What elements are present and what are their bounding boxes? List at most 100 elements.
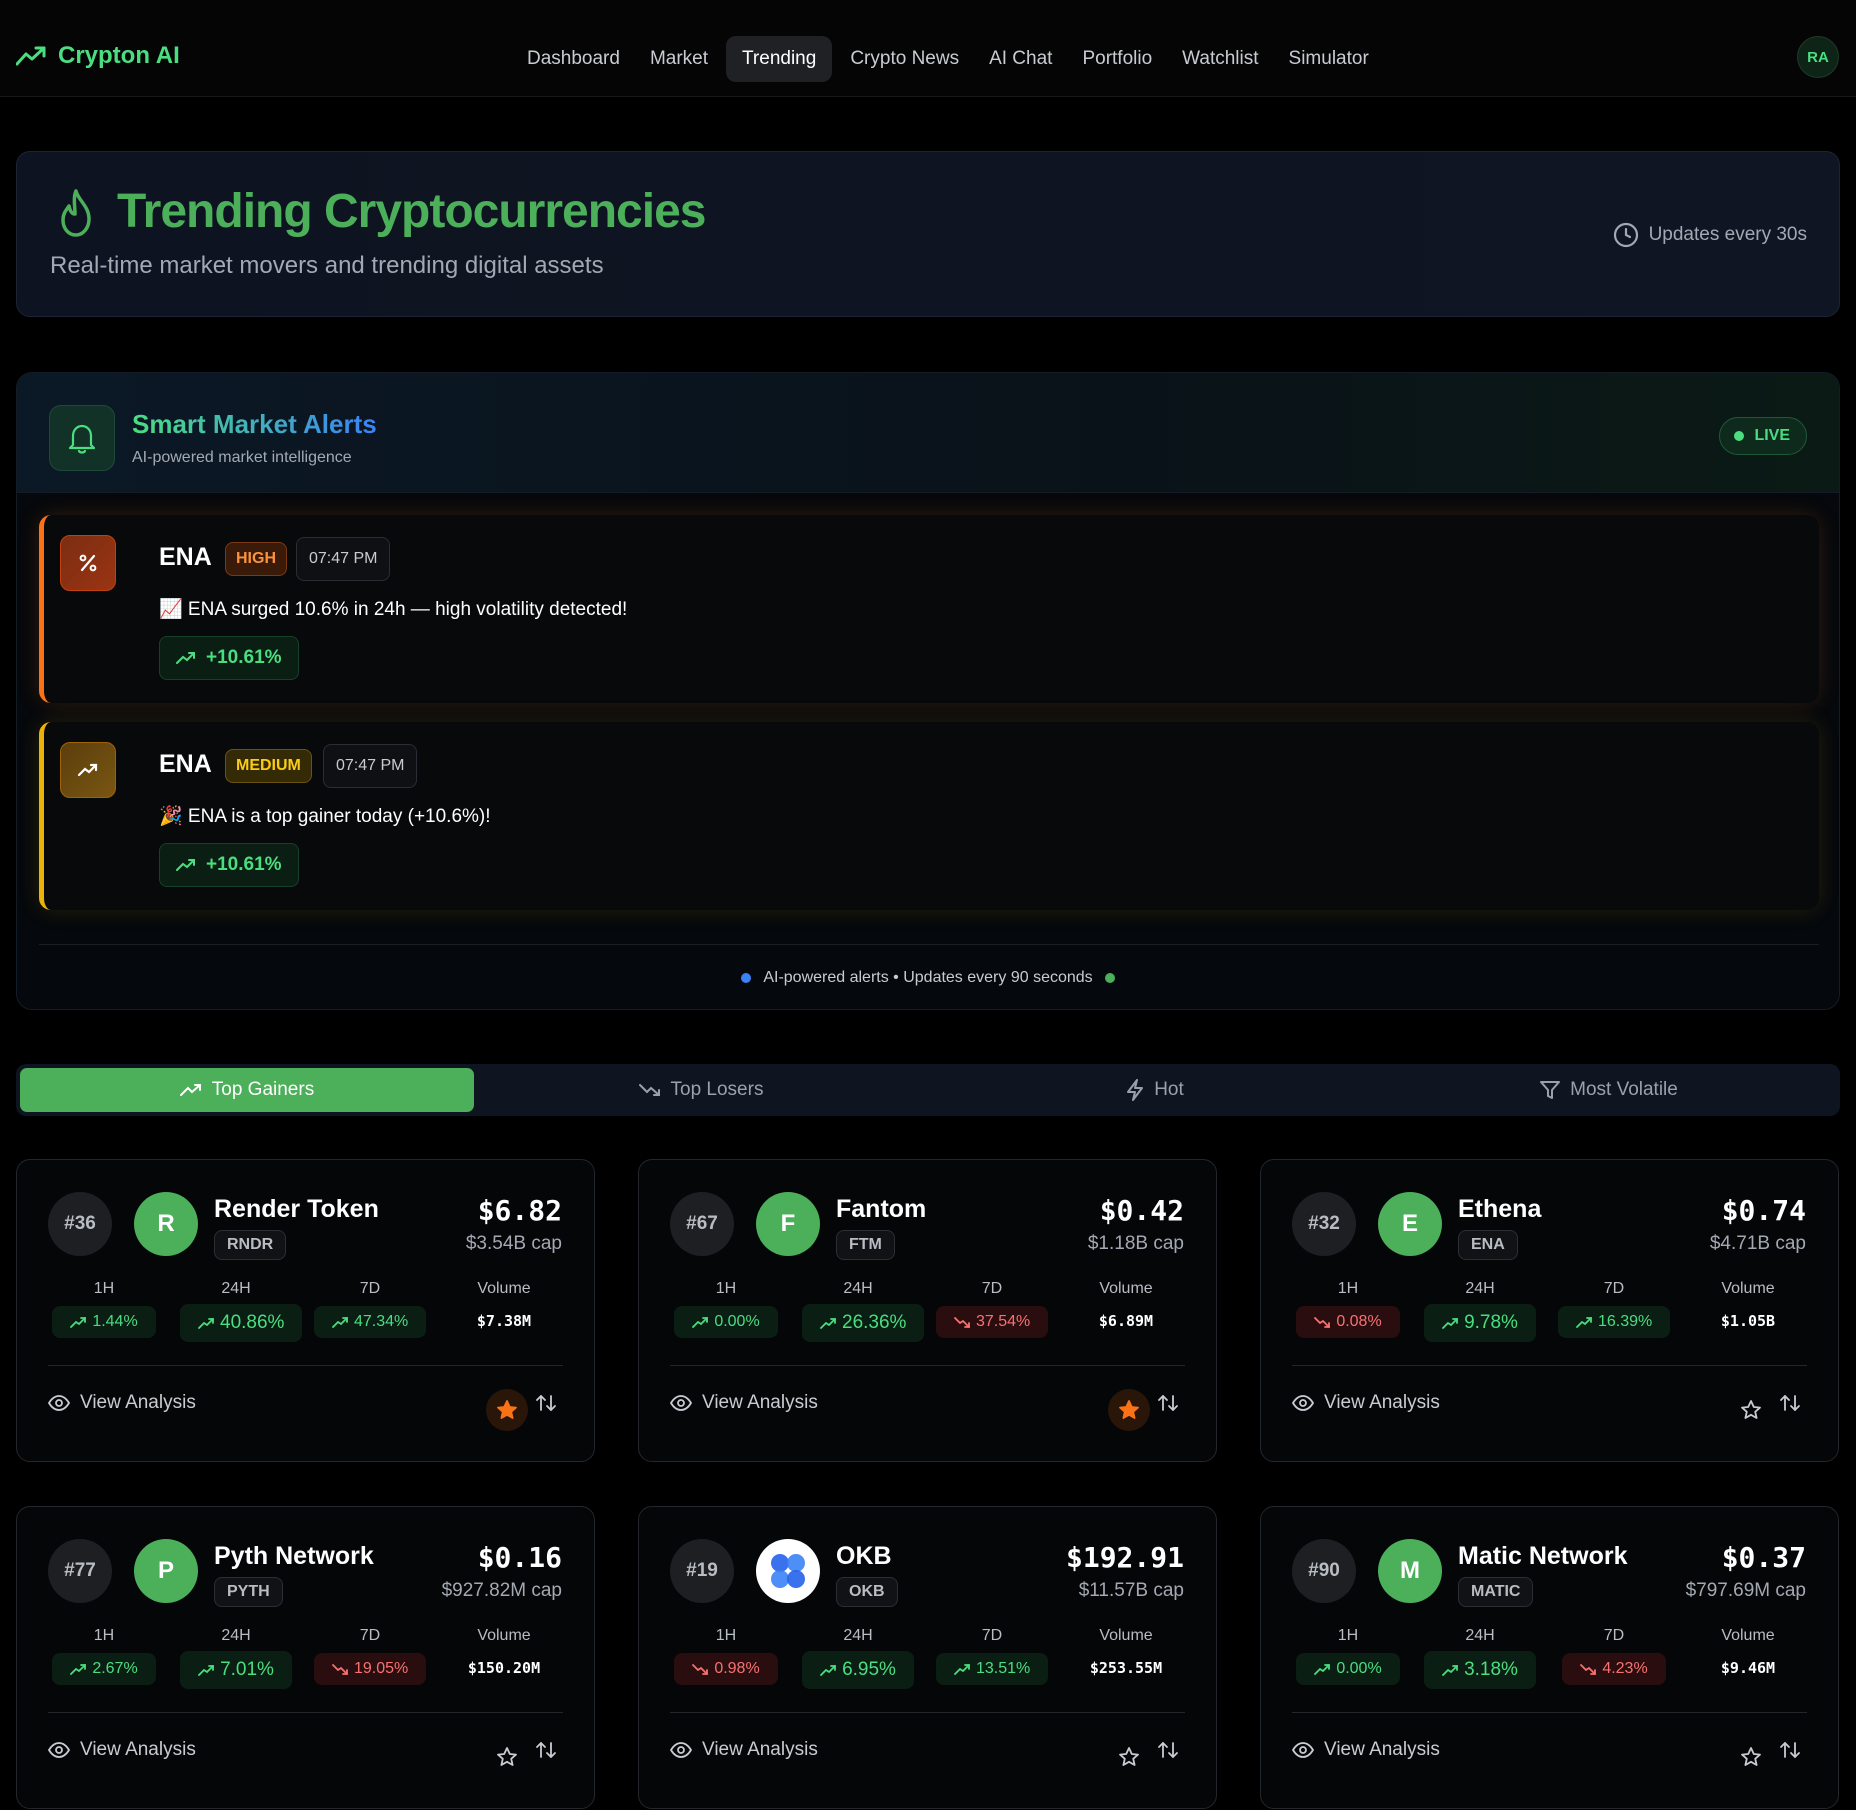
- change-value: 13.51%: [976, 1660, 1031, 1677]
- nav-trending[interactable]: Trending: [726, 36, 833, 82]
- star-icon[interactable]: [486, 1736, 528, 1778]
- coin-logo: [756, 1539, 820, 1603]
- compare-arrows-icon[interactable]: [1157, 1739, 1179, 1766]
- nav-market[interactable]: Market: [634, 36, 724, 82]
- coin-symbol: MATIC: [1458, 1577, 1534, 1607]
- nav-watchlist[interactable]: Watchlist: [1166, 36, 1274, 82]
- main-nav: Dashboard Market Trending Crypto News AI…: [511, 36, 1385, 82]
- change-value: 16.39%: [1598, 1313, 1653, 1330]
- view-analysis-button[interactable]: View Analysis: [1292, 1392, 1440, 1414]
- compare-arrows-icon[interactable]: [1779, 1739, 1801, 1766]
- stat-label: 1H: [715, 1627, 737, 1644]
- tab-hot[interactable]: Hot: [928, 1068, 1382, 1112]
- coin-card[interactable]: #67 F Fantom FTM $0.42 $1.18B cap 1H 0.00…: [638, 1159, 1217, 1462]
- change-value: 37.54%: [976, 1313, 1031, 1330]
- view-analysis-button[interactable]: View Analysis: [1292, 1739, 1440, 1761]
- coin-symbol: FTM: [836, 1230, 895, 1260]
- change-pill: 1.44%: [52, 1306, 156, 1338]
- view-analysis-button[interactable]: View Analysis: [670, 1739, 818, 1761]
- star-icon[interactable]: [1730, 1736, 1772, 1778]
- change-value: 9.78%: [1464, 1312, 1518, 1333]
- stat-label: 7D: [981, 1627, 1003, 1644]
- tab-top-gainers[interactable]: Top Gainers: [20, 1068, 474, 1112]
- nav-dashboard[interactable]: Dashboard: [511, 36, 636, 82]
- stat-label: 7D: [359, 1280, 381, 1297]
- flame-icon: [61, 189, 91, 237]
- compare-arrows-icon[interactable]: [535, 1739, 557, 1766]
- nav-ai-chat[interactable]: AI Chat: [973, 36, 1068, 82]
- alerts-title: Smart Market Alerts: [132, 409, 377, 439]
- eye-icon: [48, 1742, 70, 1758]
- change-value: 0.00%: [714, 1313, 760, 1330]
- change-value: 6.95%: [842, 1659, 896, 1680]
- stat-24h: 24H 26.36%: [802, 1280, 925, 1342]
- view-analysis-button[interactable]: View Analysis: [48, 1739, 196, 1761]
- change-pill: 4.23%: [1562, 1653, 1666, 1685]
- stat-volume: Volume $9.46M: [1692, 1627, 1804, 1677]
- coin-rank: #36: [48, 1192, 112, 1256]
- coin-logo: P: [134, 1539, 198, 1603]
- live-label: LIVE: [1754, 427, 1790, 444]
- trending-up-icon: [198, 1664, 214, 1676]
- brand[interactable]: Crypton AI: [16, 42, 180, 70]
- nav-simulator[interactable]: Simulator: [1273, 36, 1385, 82]
- tab-label: Hot: [1154, 1079, 1184, 1100]
- star-icon[interactable]: [1108, 1736, 1150, 1778]
- change-pill: 16.39%: [1558, 1306, 1671, 1338]
- view-analysis-label: View Analysis: [80, 1739, 196, 1760]
- coin-logo: F: [756, 1192, 820, 1256]
- view-analysis-button[interactable]: View Analysis: [48, 1392, 196, 1414]
- alert-card[interactable]: ENA HIGH 07:47 PM 📈 ENA surged 10.6% in …: [39, 515, 1819, 703]
- trending-up-icon: [1442, 1317, 1458, 1329]
- stat-label: 24H: [843, 1280, 873, 1297]
- nav-crypto-news[interactable]: Crypto News: [834, 36, 975, 82]
- stat-volume: Volume $253.55M: [1070, 1627, 1182, 1677]
- tab-most-volatile[interactable]: Most Volatile: [1382, 1068, 1836, 1112]
- coin-symbol: OKB: [836, 1577, 898, 1607]
- eye-icon: [48, 1395, 70, 1411]
- star-icon[interactable]: [486, 1389, 528, 1431]
- change-pill: 0.00%: [674, 1306, 778, 1338]
- coin-card[interactable]: #19 OKB OKB $192.91 $11.57B cap 1H 0.98% …: [638, 1506, 1217, 1809]
- alert-time: 07:47 PM: [323, 744, 418, 788]
- severity-badge: MEDIUM: [225, 749, 312, 783]
- volume-value: $9.46M: [1720, 1659, 1776, 1677]
- nav-portfolio[interactable]: Portfolio: [1066, 36, 1168, 82]
- view-analysis-label: View Analysis: [702, 1392, 818, 1413]
- coin-card[interactable]: #32 E Ethena ENA $0.74 $4.71B cap 1H 0.08…: [1260, 1159, 1839, 1462]
- coin-card[interactable]: #90 M Matic Network MATIC $0.37 $797.69M…: [1260, 1506, 1839, 1809]
- avatar[interactable]: RA: [1797, 36, 1839, 78]
- stat-1h: 1H 0.98%: [670, 1627, 782, 1685]
- stat-label: Volume: [1721, 1280, 1775, 1297]
- view-analysis-button[interactable]: View Analysis: [670, 1392, 818, 1414]
- trending-up-icon: [332, 1316, 348, 1328]
- compare-arrows-icon[interactable]: [1157, 1392, 1179, 1419]
- stat-7d: 7D 4.23%: [1558, 1627, 1670, 1685]
- coin-card[interactable]: #36 R Render Token RNDR $6.82 $3.54B cap…: [16, 1159, 595, 1462]
- live-dot-icon: [1734, 431, 1745, 441]
- coin-rank: #90: [1292, 1539, 1356, 1603]
- compare-arrows-icon[interactable]: [1779, 1392, 1801, 1419]
- change-pill: 13.51%: [936, 1653, 1049, 1685]
- alert-change-value: +10.61%: [206, 647, 282, 668]
- divider: [39, 944, 1819, 945]
- star-icon[interactable]: [1108, 1389, 1150, 1431]
- coin-card[interactable]: #77 P Pyth Network PYTH $0.16 $927.82M c…: [16, 1506, 595, 1809]
- tab-top-losers[interactable]: Top Losers: [474, 1068, 928, 1112]
- alert-card[interactable]: ENA MEDIUM 07:47 PM 🎉 ENA is a top gaine…: [39, 722, 1819, 910]
- coin-name: Ethena: [1458, 1195, 1542, 1223]
- change-value: 1.44%: [92, 1313, 138, 1330]
- eye-icon: [670, 1742, 692, 1758]
- change-pill: 19.05%: [314, 1653, 427, 1685]
- star-icon[interactable]: [1730, 1389, 1772, 1431]
- stat-24h: 24H 6.95%: [802, 1627, 914, 1689]
- stat-label: Volume: [1099, 1280, 1153, 1297]
- trending-up-icon: [820, 1664, 836, 1676]
- alert-change: +10.61%: [159, 636, 299, 680]
- app-name: Crypton AI: [58, 42, 180, 69]
- lightning-icon: [1127, 1079, 1144, 1101]
- market-cap: $797.69M cap: [1685, 1580, 1806, 1601]
- compare-arrows-icon[interactable]: [535, 1392, 557, 1419]
- coin-rank: #19: [670, 1539, 734, 1603]
- stat-7d: 7D 16.39%: [1558, 1280, 1671, 1338]
